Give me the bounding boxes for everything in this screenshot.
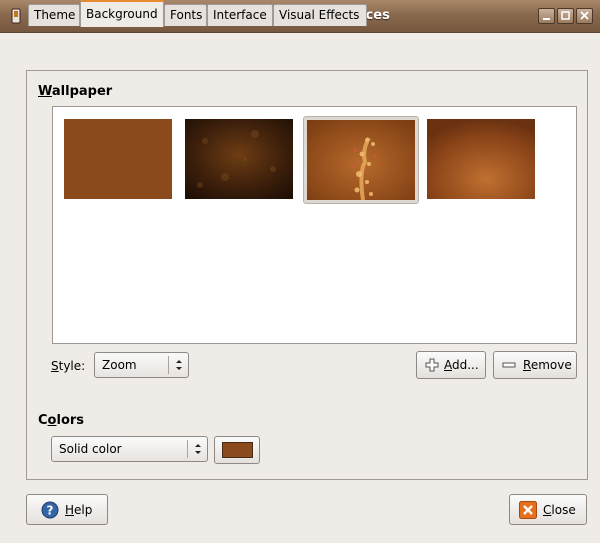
wallpaper-thumbnail-solid-brown[interactable] [64,119,172,199]
wallpaper-mnemonic: W [38,84,52,99]
window-close-icon [580,11,589,20]
remove-label-rest: emove [530,358,572,372]
appearance-preferences-window: Appearance Preferences Theme Background … [0,0,600,543]
tab-visual-effects[interactable]: Visual Effects [273,4,367,26]
style-combo[interactable]: Zoom [94,352,189,378]
maximize-icon [561,11,570,20]
tab-background-label: Background [86,7,158,21]
help-mnemonic: H [65,503,75,517]
tab-theme[interactable]: Theme [28,4,80,26]
add-button-label: Add... [444,358,479,372]
tab-interface-label: Interface [213,8,267,22]
color-picker-button[interactable] [214,436,260,464]
color-mode-value: Solid color [59,442,122,456]
wallpaper-list[interactable] [52,106,577,344]
style-mnemonic: S [51,359,59,373]
maximize-button[interactable] [557,8,574,24]
plus-icon [425,358,439,372]
chevron-updown-icon [195,444,201,454]
wallpaper-thumbnail-dark-textured[interactable] [185,119,293,199]
chevron-updown-icon [176,360,182,370]
tab-theme-label: Theme [34,8,76,22]
tab-background[interactable]: Background [80,0,164,27]
add-mnemonic: A [444,358,452,372]
tab-interface[interactable]: Interface [207,4,273,26]
colors-label-rest: lors [56,413,85,428]
style-value: Zoom [102,358,137,372]
close-icon [519,501,537,519]
remove-button[interactable]: Remove [493,351,577,379]
wallpaper-thumbnail-ubuntu-logo[interactable] [307,120,415,200]
minimize-icon [543,18,550,20]
window-close-button[interactable] [576,8,593,24]
wallpaper-thumbnail-radial-brown[interactable] [427,119,535,199]
svg-text:?: ? [47,504,54,518]
close-button-label: Close [543,503,576,517]
style-label: Style: [51,359,85,373]
tab-visual-effects-label: Visual Effects [279,8,360,22]
combo-separator [187,440,188,458]
close-button[interactable]: Close [509,494,587,525]
help-icon: ? [41,501,59,519]
color-swatch [222,442,253,458]
minus-icon [502,362,516,368]
colors-label-pre: C [38,413,48,428]
wallpaper-label-rest: allpaper [51,84,113,99]
color-mode-combo[interactable]: Solid color [51,436,208,462]
help-label-rest: elp [74,503,93,517]
tab-fonts-label: Fonts [170,8,203,22]
remove-mnemonic: R [523,358,531,372]
colors-section-label: Colors [38,413,84,428]
wallpaper-section-label: Wallpaper [38,84,112,99]
remove-button-label: Remove [523,358,572,372]
add-label-rest: dd... [452,358,479,372]
style-label-rest: tyle: [58,359,86,373]
help-button[interactable]: ? Help [26,494,108,525]
add-button[interactable]: Add... [416,351,486,379]
combo-separator [168,356,169,374]
minimize-button[interactable] [538,8,555,24]
help-button-label: Help [65,503,92,517]
tab-fonts[interactable]: Fonts [164,4,207,26]
close-label-rest: lose [551,503,576,517]
